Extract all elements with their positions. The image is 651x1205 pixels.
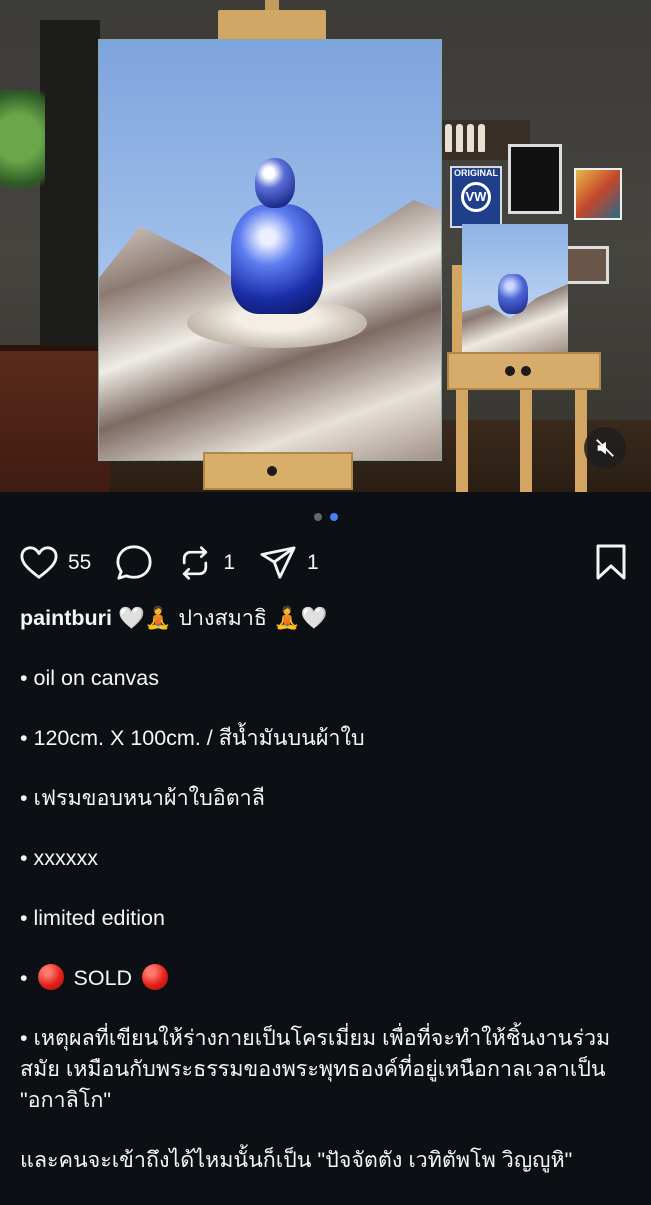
- red-circle-icon: [142, 964, 169, 990]
- framed-photo: [565, 246, 609, 284]
- door-frame: [40, 20, 100, 350]
- small-easel-ledge: [447, 352, 601, 390]
- paper-plane-icon: [260, 546, 296, 579]
- speaker-muted-icon: [596, 439, 614, 457]
- bottle: [456, 124, 463, 152]
- bottle: [445, 124, 452, 152]
- action-bar: 55 1 1: [20, 540, 631, 586]
- comment-button[interactable]: [115, 544, 153, 582]
- share-count: 1: [307, 551, 319, 574]
- sold-label: SOLD: [73, 966, 133, 990]
- carousel-dot: [313, 513, 322, 521]
- wooden-cabinet: [0, 345, 110, 492]
- easel-knob: [267, 466, 277, 476]
- easel-leg: [456, 390, 468, 492]
- chrome-meditating-figure: [187, 158, 367, 368]
- vw-logo: VW: [461, 182, 491, 212]
- bottle: [467, 124, 474, 152]
- caption-line: • limited edition: [20, 906, 165, 930]
- figure-body: [231, 204, 323, 314]
- easel-knob: [521, 366, 531, 376]
- sold-bullet: •: [20, 966, 28, 990]
- plant: [0, 90, 45, 210]
- caption-line: • 120cm. X 100cm. / สีน้ำมันบนผ้าใบ: [20, 726, 365, 750]
- caption-closing: และคนจะเข้าถึงได้ไหมนั้นก็เป็น "ปัจจัตตั…: [20, 1148, 573, 1172]
- save-button[interactable]: [595, 544, 627, 585]
- caption-line: • เฟรมขอบหนาผ้าใบอิตาลี: [20, 786, 265, 810]
- easel-leg: [520, 390, 532, 492]
- like-button[interactable]: 55: [20, 545, 91, 581]
- mute-button[interactable]: [584, 427, 626, 469]
- sold-line: • SOLD: [20, 963, 635, 994]
- post-image[interactable]: ORIGINAL VW: [0, 0, 651, 492]
- easel-ledge: [203, 452, 353, 490]
- vw-sign: ORIGINAL VW: [450, 166, 502, 228]
- caption-paragraph: • เหตุผลที่เขียนให้ร่างกายเป็นโครเมี่ยม …: [20, 1026, 611, 1112]
- small-easel-mast: [452, 265, 462, 355]
- vw-sign-text: ORIGINAL: [454, 168, 498, 178]
- figure-head: [255, 158, 295, 208]
- share-button[interactable]: 1: [259, 545, 319, 581]
- heart-icon: [20, 546, 58, 579]
- speech-bubble-icon: [116, 545, 152, 580]
- username[interactable]: paintburi: [20, 606, 112, 630]
- caption-heading-line: paintburi 🤍🧘 ปางสมาธิ 🧘🤍: [20, 603, 635, 634]
- painting-canvas: [99, 40, 441, 460]
- post-caption: paintburi 🤍🧘 ปางสมาธิ 🧘🤍 • oil on canvas…: [20, 603, 635, 1205]
- like-count: 55: [68, 551, 92, 574]
- carousel-indicator: [0, 513, 651, 521]
- small-painting: [462, 224, 568, 354]
- easel-clamp: [218, 10, 326, 44]
- small-chrome-figure: [498, 274, 528, 314]
- red-circle-icon: [37, 964, 64, 990]
- caption-heading: 🤍🧘 ปางสมาธิ 🧘🤍: [117, 606, 328, 631]
- framed-portrait: [574, 168, 622, 220]
- easel-knob: [505, 366, 515, 376]
- repost-button[interactable]: 1: [177, 545, 235, 581]
- repost-count: 1: [223, 551, 236, 574]
- caption-line: • oil on canvas: [20, 666, 159, 690]
- repost-icon: [183, 546, 208, 580]
- carousel-dot-active: [329, 513, 338, 521]
- caption-line: • xxxxxx: [20, 846, 99, 870]
- bookmark-icon: [596, 544, 626, 580]
- bottle: [478, 124, 485, 152]
- framed-picture: [508, 144, 562, 214]
